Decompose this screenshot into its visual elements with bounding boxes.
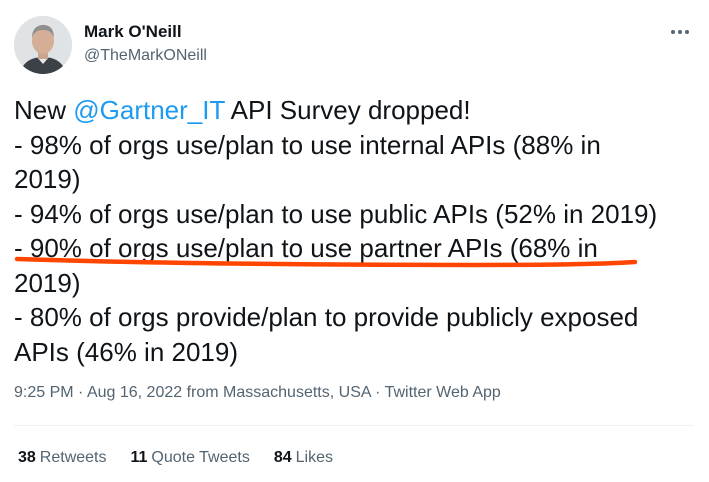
tweet-line: - 80% of orgs provide/plan to provide pu… <box>14 302 639 332</box>
tweet-text: New @Gartner_IT API Survey dropped! - 98… <box>14 93 704 369</box>
tweet-source[interactable]: Twitter Web App <box>385 384 501 401</box>
meta-separator: · <box>73 384 87 401</box>
likes-count: 84 <box>273 449 292 466</box>
retweets-stat[interactable]: 38 Retweets <box>18 449 107 467</box>
quote-tweets-stat[interactable]: 11 Quote Tweets <box>131 449 250 467</box>
more-dot <box>671 30 675 34</box>
tweet-time[interactable]: 9:25 PM <box>14 384 74 401</box>
quote-tweets-label: Quote Tweets <box>151 449 250 466</box>
tweet-line: - 94% of orgs use/plan to use public API… <box>14 198 658 229</box>
more-options-icon[interactable] <box>666 20 694 44</box>
avatar[interactable] <box>14 16 72 74</box>
avatar-photo <box>14 16 72 74</box>
retweets-count: 38 <box>18 449 36 466</box>
tweet-date[interactable]: Aug 16, 2022 <box>87 384 182 401</box>
tweet-line-highlighted: - 90% of orgs use/plan to use partner AP… <box>14 233 598 263</box>
tweet-card: Mark O'Neill @TheMarkONeill New @Gartner… <box>0 0 709 482</box>
tweet-intro-line: New @Gartner_IT API Survey dropped! <box>14 93 704 128</box>
divider <box>14 425 694 426</box>
author-name[interactable]: Mark O'Neill <box>84 22 182 42</box>
tweet-intro-before: New <box>14 95 74 125</box>
tweet-line: - 98% of orgs use/plan to use internal A… <box>14 129 601 160</box>
quote-tweets-count: 11 <box>130 449 148 466</box>
author-handle[interactable]: @TheMarkONeill <box>84 47 207 65</box>
meta-separator: · <box>370 384 385 401</box>
mention-link[interactable]: @Gartner_IT <box>73 95 225 125</box>
likes-stat[interactable]: 84 Likes <box>274 449 333 467</box>
tweet-line: 2019) <box>14 164 81 194</box>
more-dot <box>685 30 689 34</box>
tweet-line: 2019) <box>14 267 81 298</box>
tweet-meta: 9:25 PM · Aug 16, 2022 from Massachusett… <box>14 384 501 402</box>
tweet-line: APIs (46% in 2019) <box>14 336 239 367</box>
tweet-location: from Massachusetts, USA <box>182 384 371 401</box>
tweet-intro-after: API Survey dropped! <box>224 95 471 125</box>
tweet-stats: 38 Retweets 11 Quote Tweets 84 Likes <box>18 449 333 467</box>
more-dot <box>678 30 682 34</box>
retweets-label: Retweets <box>39 449 107 466</box>
likes-label: Likes <box>295 449 334 466</box>
